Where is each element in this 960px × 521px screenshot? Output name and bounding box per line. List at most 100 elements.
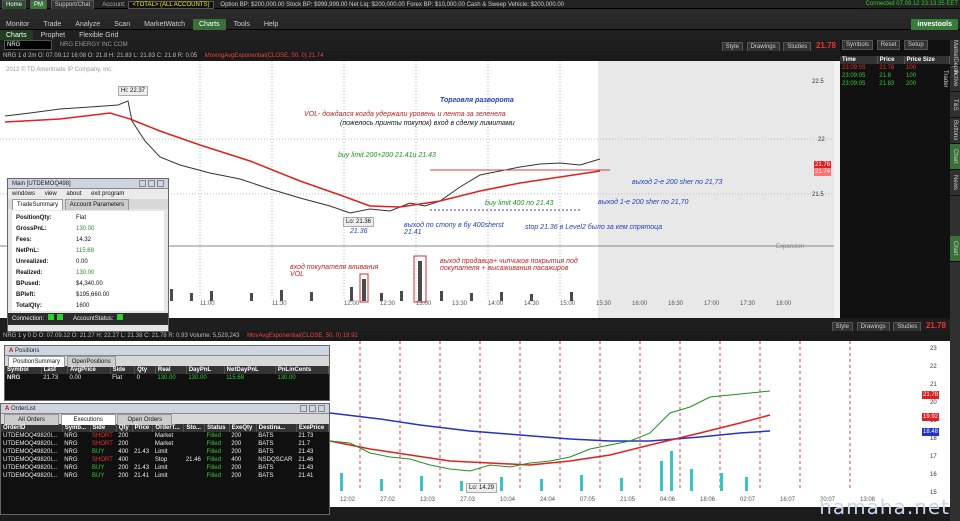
table-row[interactable]: UTDEMOQ49820I... NRG BUY 400 21.43 Limit Fille… bbox=[1, 448, 329, 456]
date-tick: 21:05 bbox=[620, 497, 636, 503]
col-header[interactable]: Symbol bbox=[5, 366, 42, 374]
time-tick: 18:00 bbox=[776, 301, 792, 307]
time-tick: 12:00 bbox=[344, 301, 360, 307]
col-header[interactable]: Symb... bbox=[62, 424, 91, 432]
menu-about[interactable]: about bbox=[66, 191, 81, 197]
tab-charts[interactable]: Charts bbox=[193, 19, 226, 30]
cell: BATS bbox=[258, 473, 274, 479]
table-row: 23:09:05 21.83 200 bbox=[840, 80, 950, 88]
col-header[interactable]: PnLinCents bbox=[275, 366, 330, 374]
price-tick-1: 22.5 bbox=[812, 79, 824, 85]
col-header[interactable]: OrderT... bbox=[152, 424, 185, 432]
side-tab-chart-2[interactable]: Chart bbox=[950, 236, 960, 262]
lower-price-tick: 17 bbox=[930, 454, 937, 460]
tab-analyze[interactable]: Analyze bbox=[69, 19, 106, 30]
side-tab-chart[interactable]: Chart bbox=[950, 144, 960, 170]
tab-scan[interactable]: Scan bbox=[108, 19, 136, 30]
cell: NRG bbox=[64, 457, 78, 463]
lower-volume-bars bbox=[340, 451, 748, 491]
side-tab-market-depth[interactable]: MarketDepth bbox=[950, 40, 960, 74]
col-header[interactable]: Qty bbox=[116, 424, 133, 432]
table-row[interactable]: UTDEMOQ49820I... NRG SHORT 400 Stop 21.46 Fill… bbox=[1, 456, 329, 464]
account-status-label: AccountStatus: bbox=[73, 316, 114, 322]
tab-marketwatch[interactable]: MarketWatch bbox=[138, 19, 191, 30]
cell: 21.43 bbox=[298, 449, 314, 455]
tab-help[interactable]: Help bbox=[258, 19, 284, 30]
positions-titlebar[interactable]: A Positions bbox=[5, 346, 329, 356]
price-tick-3: 21.5 bbox=[812, 192, 824, 198]
menu-view[interactable]: view bbox=[45, 191, 57, 197]
minimize-icon[interactable] bbox=[139, 179, 146, 187]
tab-account-parameters[interactable]: Account Parameters bbox=[64, 199, 130, 210]
col-header[interactable]: Last bbox=[41, 366, 69, 374]
tab-all-orders[interactable]: All Orders bbox=[4, 414, 59, 425]
tab-position-summary[interactable]: PositionSummary bbox=[8, 356, 66, 367]
col-header[interactable]: Real bbox=[155, 366, 187, 374]
reset-button[interactable]: Reset bbox=[876, 40, 901, 50]
time-tick: 17:00 bbox=[704, 301, 720, 307]
cell: NSDQSCAR bbox=[258, 457, 293, 463]
copyright-text: 2012 © TD Ameritrade IP Company, Inc. bbox=[6, 67, 113, 73]
close-icon[interactable] bbox=[318, 404, 325, 412]
close-icon[interactable] bbox=[157, 179, 164, 187]
menu-windows[interactable]: windows bbox=[12, 191, 35, 197]
tab-trade-summary[interactable]: TradeSummary bbox=[12, 199, 64, 210]
maximize-icon[interactable] bbox=[148, 179, 155, 187]
side-tab-buttons[interactable]: Buttons bbox=[950, 118, 960, 144]
menu-exit-program[interactable]: exit program bbox=[91, 191, 124, 197]
tab-executions[interactable]: Executions bbox=[60, 414, 116, 425]
cell: 0.00 bbox=[69, 375, 82, 381]
sub-nav: Charts Prophet Flexible Grid bbox=[0, 30, 960, 41]
summary-value: 14.32 bbox=[76, 237, 92, 243]
col-header[interactable]: NetDayPnL bbox=[224, 366, 276, 374]
annotation-vol-note-1: VOL- дождался когда удержали уровень и л… bbox=[304, 111, 506, 118]
col-header[interactable]: DayPnL bbox=[186, 366, 225, 374]
col-header[interactable]: Qty bbox=[134, 366, 156, 374]
positions-window[interactable]: A Positions PositionSummary OpenPosition… bbox=[4, 345, 330, 401]
company-name: NRG ENERGY INC COM bbox=[59, 42, 128, 48]
main-window[interactable]: Main [UTDEMOQ498] windows view about exi… bbox=[7, 178, 169, 332]
main-window-title: Main [UTDEMOQ498] bbox=[12, 181, 71, 187]
col-header[interactable]: Destina... bbox=[256, 424, 297, 432]
orderlist-titlebar[interactable]: A OrderList bbox=[1, 404, 329, 414]
col-header[interactable]: ExeQty bbox=[229, 424, 257, 432]
time-tick: 16:30 bbox=[668, 301, 684, 307]
minimize-icon[interactable] bbox=[300, 404, 307, 412]
table-row[interactable]: UTDEMOQ49820I... NRG BUY 200 21.43 Limit Fille… bbox=[1, 464, 329, 472]
tab-tools[interactable]: Tools bbox=[228, 19, 256, 30]
table-row[interactable]: UTDEMOQ49820I... NRG SHORT 200 Market Filled 2… bbox=[1, 440, 329, 448]
connection-indicator-icon bbox=[47, 314, 54, 320]
col-header[interactable]: AvgPrice bbox=[67, 366, 111, 374]
col-header[interactable]: Side bbox=[110, 366, 136, 374]
orderlist-window[interactable]: A OrderList All Orders Executions Open O… bbox=[0, 403, 330, 515]
col-header[interactable]: Side bbox=[90, 424, 117, 432]
cell: 21.46 bbox=[298, 457, 314, 463]
col-header[interactable]: Sto... bbox=[183, 424, 206, 432]
cell: UTDEMOQ49820I... bbox=[3, 465, 58, 471]
side-tab-news[interactable]: News bbox=[950, 170, 960, 196]
col-header[interactable]: Price bbox=[132, 424, 154, 432]
main-window-titlebar[interactable]: Main [UTDEMOQ498] bbox=[8, 179, 168, 189]
maximize-icon[interactable] bbox=[309, 404, 316, 412]
time-tick: 13:30 bbox=[452, 301, 468, 307]
tab-open-positions[interactable]: OpenPositions bbox=[66, 356, 116, 367]
symbol-input[interactable]: NRG bbox=[4, 40, 52, 50]
setup-button[interactable]: Setup bbox=[904, 40, 928, 50]
table-row[interactable]: UTDEMOQ49820I... NRG BUY 200 21.41 Limit Fille… bbox=[1, 472, 329, 480]
toolbar-strip bbox=[0, 9, 960, 19]
account-stats: Option BP: $200,000.00 Stock BP: $999,99… bbox=[220, 2, 565, 8]
table-row[interactable]: NRG 21.73 0.00 Flat 0 130.00 130.00 115.… bbox=[5, 374, 329, 382]
table-row[interactable]: UTDEMOQ49820I... NRG SHORT 200 Market Filled 2… bbox=[1, 432, 329, 440]
tab-monitor[interactable]: Monitor bbox=[0, 19, 35, 30]
tab-trade[interactable]: Trade bbox=[37, 19, 67, 30]
cell: BUY bbox=[92, 449, 105, 455]
col-header[interactable]: OrderID bbox=[1, 424, 63, 432]
symbols-button[interactable]: Symbols bbox=[842, 40, 874, 50]
side-tab-ts[interactable]: T&S bbox=[950, 92, 960, 118]
side-tab-active-trader[interactable]: Active Trader bbox=[942, 66, 960, 92]
col-header[interactable]: ExePrice bbox=[296, 424, 330, 432]
account-select[interactable]: <TOTAL> (ALL ACCOUNTS) bbox=[127, 1, 215, 9]
tab-open-orders[interactable]: Open Orders bbox=[117, 414, 173, 425]
orders-table-wrap: OrderID Symb... Side Qty Price OrderT...… bbox=[1, 424, 330, 514]
col-header[interactable]: Status bbox=[204, 424, 230, 432]
